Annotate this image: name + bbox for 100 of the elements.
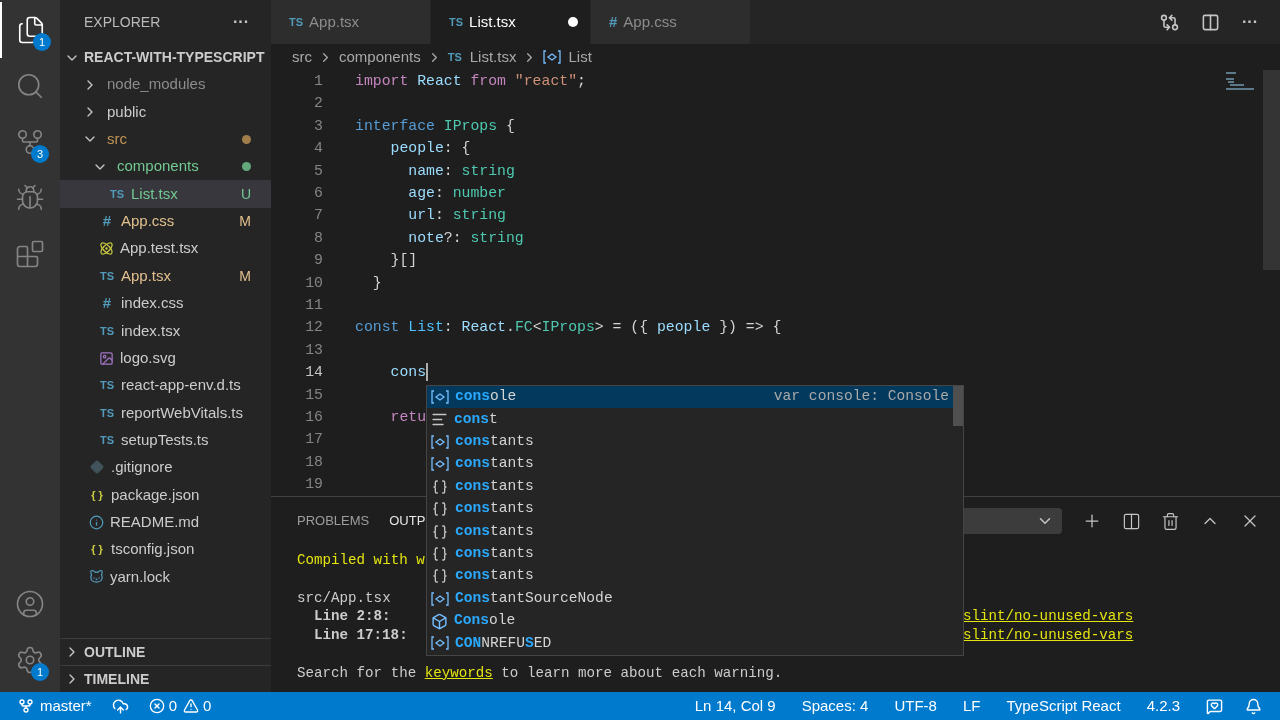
error-count[interactable]: 0	[168, 694, 178, 718]
suggestion-item[interactable]: CONNREFUSED	[427, 632, 953, 655]
file-name: index.tsx	[121, 320, 181, 341]
breadcrumb-item[interactable]: src	[292, 45, 312, 69]
code-line: name: string	[407, 161, 515, 181]
status-item[interactable]: Spaces: 4	[801, 694, 869, 718]
feedback-icon[interactable]	[1206, 697, 1223, 715]
tree-item[interactable]: node_modules	[60, 71, 271, 99]
tree-item[interactable]: logo.svg	[60, 344, 271, 372]
suggestion-item[interactable]: constants	[427, 475, 953, 498]
suggestion-item[interactable]: Console	[427, 609, 953, 633]
suggestion-item[interactable]: constants	[427, 497, 953, 521]
error-icon[interactable]	[148, 698, 165, 714]
breadcrumb-item[interactable]: List.tsx	[469, 45, 517, 69]
keywords-link[interactable]: keywords	[424, 664, 493, 681]
activity-item[interactable]: 3	[0, 114, 60, 170]
file-type-icon: #	[98, 210, 116, 233]
trash-icon[interactable]	[1161, 511, 1180, 531]
output-line: Compiled with w	[297, 551, 425, 570]
scrollbar[interactable]	[953, 386, 963, 426]
tree-item[interactable]: { } tsconfig.json	[60, 535, 271, 564]
line-number: 9	[313, 251, 323, 271]
tree-item[interactable]: .gitignore	[60, 453, 271, 482]
git-status: M	[239, 266, 251, 286]
status-item[interactable]: 4.2.3	[1146, 694, 1180, 718]
suggestion-item[interactable]: constants	[427, 453, 953, 476]
status-item[interactable]: LF	[962, 694, 981, 718]
tree-item[interactable]: components	[60, 153, 271, 181]
tree-item[interactable]: TS reportWebVitals.ts	[60, 399, 271, 427]
branch-name[interactable]: master*	[40, 694, 92, 718]
suggestion-item[interactable]: constants	[427, 565, 953, 588]
breadcrumb-item[interactable]: List	[568, 45, 592, 69]
tree-root[interactable]: REACT-WITH-TYPESCRIPT	[60, 44, 271, 71]
branch-icon[interactable]	[18, 698, 34, 714]
suggestion-item[interactable]: ConstantSourceNode	[427, 587, 953, 610]
tree-item[interactable]: App.test.tsx	[60, 235, 271, 263]
suggestion-item[interactable]: constants	[427, 430, 953, 454]
line-number: 15	[304, 385, 323, 405]
activity-item[interactable]: 1	[0, 632, 60, 688]
tree-item[interactable]: public	[60, 98, 271, 126]
status-item[interactable]: TypeScript React	[1006, 694, 1121, 718]
suggestion-label: ConstantSourceNode	[455, 588, 614, 608]
extensions-icon[interactable]	[15, 239, 45, 269]
split-editor-icon[interactable]	[1201, 12, 1220, 32]
tree-item[interactable]: TS App.tsx M	[60, 262, 271, 290]
status-item[interactable]: UTF-8	[894, 694, 937, 718]
rule-link[interactable]: slint/no-unused-vars	[963, 607, 1134, 627]
editor-tab[interactable]: # App.css	[591, 0, 751, 44]
breadcrumb-item[interactable]: components	[339, 45, 421, 69]
suggestion-detail: var console: Console	[773, 387, 949, 407]
suggestion-item[interactable]: constants	[427, 542, 953, 566]
file-type-icon: TS	[98, 267, 116, 285]
tree-item[interactable]: TS setupTests.ts	[60, 426, 271, 454]
suggestion-item[interactable]: console var console: Console	[427, 386, 953, 409]
file-name: logo.svg	[120, 347, 176, 368]
account-icon[interactable]	[15, 589, 45, 619]
cloud-upload-icon[interactable]	[111, 697, 129, 715]
count-badge: 1	[31, 663, 49, 681]
search-icon[interactable]	[15, 71, 45, 101]
variable-icon	[431, 457, 449, 472]
section-header[interactable]: OUTLINE	[60, 638, 271, 665]
warning-icon[interactable]	[183, 698, 200, 714]
status-item[interactable]: Ln 14, Col 9	[694, 694, 776, 718]
line-number: 1	[313, 72, 323, 92]
tree-item[interactable]: TS react-app-env.d.ts	[60, 371, 271, 400]
panel-title: EXPLORER	[84, 12, 161, 32]
suggestion-label: const	[454, 409, 499, 429]
variable-icon	[431, 390, 449, 405]
suggestion-item[interactable]: constants	[427, 520, 953, 543]
tree-item[interactable]: README.md	[60, 508, 271, 536]
tree-item[interactable]: yarn.lock	[60, 563, 271, 591]
tree-item[interactable]: src	[60, 125, 271, 154]
more-button[interactable]: ···	[233, 10, 249, 34]
tree-item[interactable]: # App.css M	[60, 207, 271, 236]
warning-count[interactable]: 0	[203, 694, 212, 718]
rule-link[interactable]: slint/no-unused-vars	[963, 626, 1134, 645]
panel-tab[interactable]: PROBLEMS	[297, 511, 370, 531]
file-type-icon: TS	[98, 404, 116, 422]
editor-tab[interactable]: TS App.tsx	[271, 0, 431, 44]
more-icon[interactable]: ···	[1242, 10, 1258, 34]
tree-item[interactable]: TS List.tsx U	[60, 180, 271, 208]
suggestion-label: CONNREFUSED	[455, 633, 553, 653]
suggestion-item[interactable]: const	[427, 408, 953, 431]
bell-icon[interactable]	[1245, 697, 1262, 715]
split-icon[interactable]	[1122, 511, 1141, 531]
compare-icon[interactable]	[1160, 12, 1179, 32]
bug-icon[interactable]	[15, 183, 45, 213]
settings-icon[interactable]	[15, 645, 45, 675]
braces-icon	[432, 478, 448, 495]
tree-item[interactable]: { } package.json	[60, 481, 271, 509]
line-number: 7	[313, 206, 323, 226]
panel-tab[interactable]: OUTP	[389, 511, 426, 531]
branch-icon[interactable]	[15, 127, 45, 157]
tree-item[interactable]: TS index.tsx	[60, 317, 271, 345]
editor-tab[interactable]: TS List.tsx	[431, 0, 591, 44]
tree-item[interactable]: # index.css	[60, 289, 271, 318]
files-icon[interactable]	[16, 15, 46, 45]
file-name: setupTests.ts	[121, 429, 209, 450]
code-line: retu	[389, 407, 427, 427]
atom-icon	[99, 241, 114, 257]
